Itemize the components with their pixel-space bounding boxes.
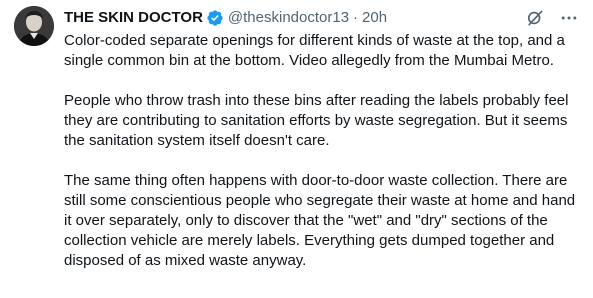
verified-badge-icon	[206, 9, 224, 27]
tweet-header: THE SKIN DOCTOR @theskindoctor13 · 20h	[64, 8, 387, 28]
more-icon[interactable]	[559, 8, 579, 28]
display-name[interactable]: THE SKIN DOCTOR	[64, 8, 203, 28]
timestamp[interactable]: 20h	[362, 8, 387, 28]
handle[interactable]: @theskindoctor13	[228, 8, 349, 28]
avatar-portrait-icon	[14, 6, 54, 46]
avatar[interactable]	[14, 6, 54, 46]
tweet-paragraph: Color-coded separate openings for differ…	[64, 32, 565, 69]
tweet-text: Color-coded separate openings for differ…	[64, 31, 584, 271]
tweet-paragraph: The same thing often happens with door-t…	[64, 172, 576, 269]
header-actions	[525, 8, 579, 28]
tweet-paragraph: People who throw trash into these bins a…	[64, 92, 569, 149]
separator-dot: ·	[353, 9, 359, 26]
grok-icon[interactable]	[525, 8, 545, 28]
tweet: THE SKIN DOCTOR @theskindoctor13 · 20h C…	[0, 0, 593, 298]
